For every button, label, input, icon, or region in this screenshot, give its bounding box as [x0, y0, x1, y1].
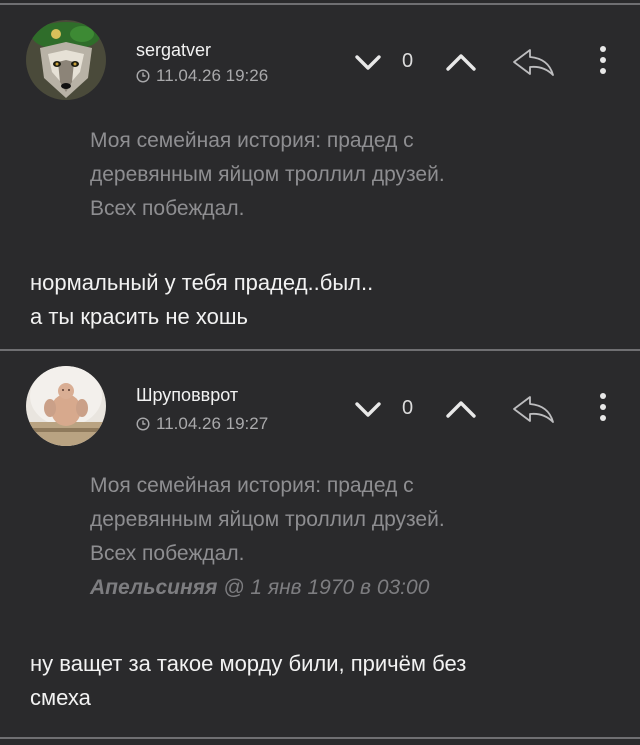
quote-line: Всех побеждал. — [90, 542, 245, 565]
quote-line: Моя семейная история: прадед с — [90, 474, 414, 497]
clock-icon — [136, 417, 150, 431]
avatar[interactable] — [26, 366, 106, 446]
quote-author-link[interactable]: Апельсиняя — [90, 576, 217, 599]
chevron-down-icon[interactable] — [354, 400, 382, 420]
figurine-avatar — [26, 366, 106, 446]
comment-author[interactable]: Шруповврот — [136, 385, 238, 406]
bottom-divider — [0, 737, 640, 739]
comment-timestamp: 11.04.26 19:27 — [156, 414, 269, 433]
quoted-text: Моя семейная история: прадед с деревянны… — [90, 469, 570, 605]
quote-date: @ 1 янв 1970 в 03:00 — [223, 576, 430, 599]
body-line: ну ващет за такое морду били, причём без — [30, 651, 467, 676]
quote-line: деревянным яйцом троллил друзей. — [90, 508, 445, 531]
comment-score: 0 — [402, 397, 414, 419]
kebab-menu-icon[interactable] — [596, 391, 610, 427]
body-line: смеха — [30, 685, 91, 710]
chevron-up-icon[interactable] — [444, 398, 478, 420]
quote-attribution: Апельсиняя @ 1 янв 1970 в 03:00 — [90, 571, 570, 605]
comment-2: Шруповврот 11.04.26 19:27 0 Моя семейная… — [0, 0, 640, 745]
comment-body: ну ващет за такое морду били, причём без… — [30, 647, 620, 715]
comment-meta: 11.04.26 19:27 — [136, 414, 268, 434]
reply-arrow-icon[interactable] — [510, 394, 556, 424]
